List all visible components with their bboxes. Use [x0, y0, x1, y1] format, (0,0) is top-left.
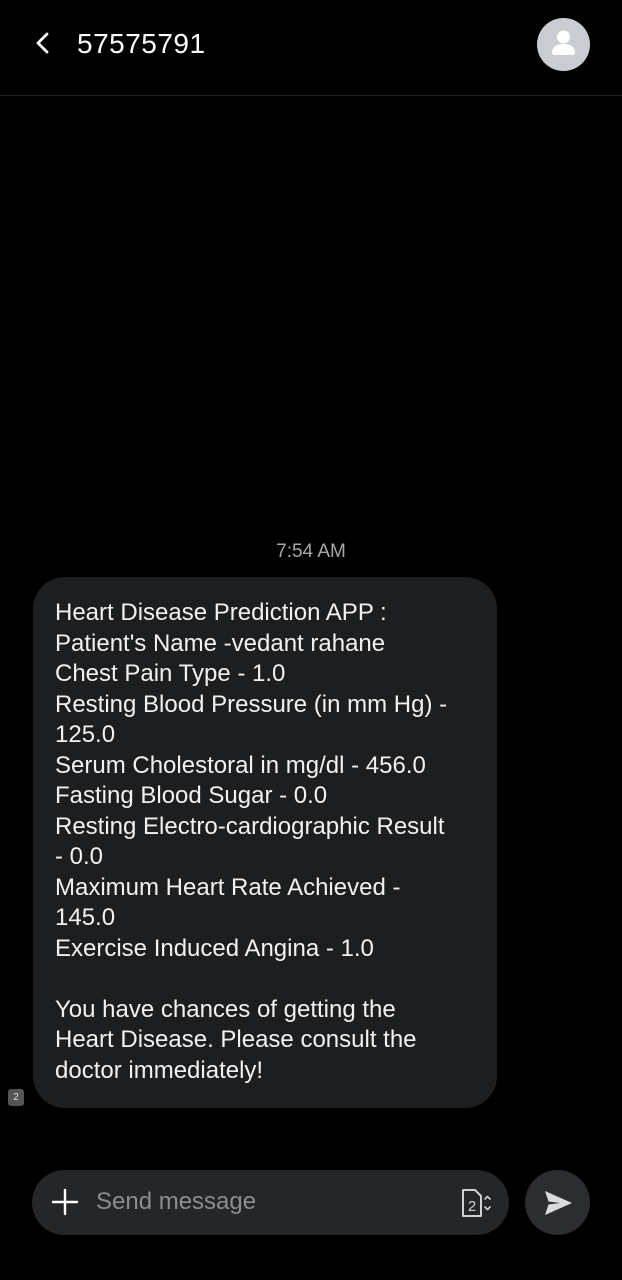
message-text: Heart Disease Prediction APP : Patient's…	[55, 599, 448, 1084]
contact-avatar-button[interactable]	[537, 18, 590, 71]
chevron-left-icon	[36, 32, 49, 54]
message-input[interactable]	[96, 1182, 436, 1222]
sim-badge: 2	[8, 1089, 24, 1106]
person-icon	[552, 30, 575, 55]
plus-icon	[51, 1188, 79, 1216]
received-message-bubble[interactable]: Heart Disease Prediction APP : Patient's…	[33, 577, 497, 1108]
attach-button[interactable]	[48, 1185, 82, 1219]
sim-number: 2	[468, 1198, 476, 1215]
conversation-header: 57575791	[0, 0, 622, 96]
back-button[interactable]	[26, 26, 60, 60]
contact-title[interactable]: 57575791	[77, 26, 206, 62]
send-icon	[544, 1190, 572, 1215]
send-button[interactable]	[525, 1170, 590, 1235]
sim-selector-button[interactable]: 2	[457, 1187, 497, 1219]
sim-card-icon: 2	[462, 1189, 491, 1217]
message-timestamp: 7:54 AM	[276, 541, 346, 562]
message-composer: 2	[32, 1170, 509, 1235]
